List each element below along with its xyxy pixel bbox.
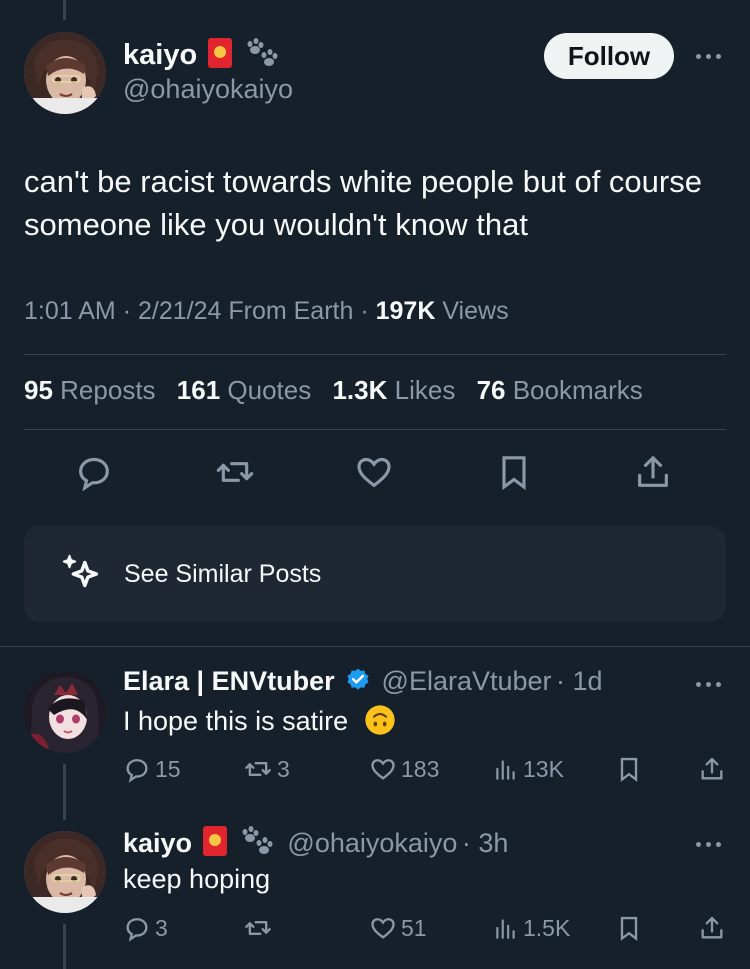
tweet-text: can't be racist towards white people but… (24, 164, 702, 242)
reply-author-handle[interactable]: @ElaraVtuber (382, 666, 552, 696)
views-button[interactable]: 13K (493, 755, 564, 783)
reply-text: keep hoping (123, 864, 271, 894)
quotes-stat[interactable]: 161 Quotes (177, 375, 311, 405)
avatar[interactable] (24, 32, 106, 114)
see-similar-posts-button[interactable]: See Similar Posts (24, 526, 726, 622)
views-label: Views (442, 297, 509, 325)
thread-line-top (63, 0, 66, 20)
divider (24, 354, 726, 355)
tweet-source: From Earth (228, 297, 354, 325)
repost-icon (245, 921, 271, 935)
reply-actions: 3 51 1.5K (123, 914, 728, 946)
divider (0, 646, 750, 647)
avatar-image (24, 671, 106, 753)
views-count: 1.5K (523, 914, 571, 941)
reply-header: kaiyo @ohaiyokaiyo · 3h (123, 826, 508, 859)
views-count: 197K (375, 297, 436, 325)
like-button[interactable]: 51 (369, 914, 427, 942)
repost-button[interactable] (214, 452, 256, 492)
reply-author-name[interactable]: kaiyo (123, 828, 192, 858)
reply-button[interactable] (74, 452, 114, 492)
sparkle-icon (62, 554, 99, 588)
reposts-stat[interactable]: 95 Reposts (24, 375, 156, 405)
share-button[interactable] (698, 755, 726, 783)
paw-prints-icon (247, 38, 278, 66)
share-button[interactable] (633, 452, 673, 492)
reply-icon (79, 457, 109, 492)
likes-stat[interactable]: 1.3K Likes (332, 375, 455, 405)
author-name[interactable]: kaiyo (123, 39, 197, 71)
like-icon (371, 759, 395, 780)
thread-line (63, 924, 66, 969)
bookmark-icon (620, 916, 638, 941)
bookmark-button[interactable] (615, 914, 643, 942)
reply-count: 15 (155, 755, 181, 782)
upside-down-face-emoji-icon (364, 705, 395, 735)
repost-count: 3 (277, 755, 290, 782)
reply-time[interactable]: · 1d (556, 666, 603, 696)
repost-button[interactable] (243, 914, 277, 942)
divider (24, 429, 726, 430)
views-count: 13K (523, 755, 564, 782)
reply-header: Elara | ENVtuber @ElaraVtuber · 1d (123, 666, 603, 697)
more-options-icon[interactable] (696, 842, 721, 847)
like-count: 183 (401, 755, 440, 782)
more-options-icon[interactable] (696, 682, 721, 687)
bookmark-button[interactable] (494, 452, 534, 492)
verified-badge-icon (347, 668, 369, 690)
tweet-date[interactable]: 2/21/24 (138, 297, 221, 325)
share-icon (638, 456, 668, 487)
reply-icon (126, 759, 148, 783)
reply-text: I hope this is satire (123, 704, 396, 737)
reply-author-handle[interactable]: @ohaiyokaiyo (287, 828, 457, 858)
views-chart-icon (496, 919, 515, 939)
views-button[interactable]: 1.5K (493, 914, 570, 942)
repost-icon (245, 762, 271, 776)
reply-button[interactable]: 15 (123, 755, 181, 783)
avatar-image (24, 831, 106, 913)
repost-button[interactable]: 3 (243, 755, 290, 783)
like-button[interactable]: 183 (369, 755, 439, 783)
avatar[interactable] (24, 671, 106, 753)
views-chart-icon (496, 760, 515, 780)
author-handle[interactable]: @ohaiyokaiyo (123, 74, 293, 105)
reply-icon (126, 918, 148, 942)
meta-separator: · (122, 297, 132, 325)
avatar[interactable] (24, 831, 106, 913)
bookmarks-stat[interactable]: 76 Bookmarks (477, 375, 643, 405)
like-icon (371, 918, 395, 939)
paw-prints-icon (242, 826, 273, 854)
engagement-stats: 95 Reposts 161 Quotes 1.3K Likes 76 Book… (24, 375, 657, 406)
reply-count: 3 (155, 914, 168, 941)
meta-separator: · (360, 297, 369, 325)
repost-icon (216, 462, 254, 482)
thread-line (63, 764, 66, 820)
red-envelope-emoji-icon (207, 38, 232, 68)
tweet-meta: 1:01 AM · 2/21/24 From Earth · 197K View… (24, 297, 509, 326)
follow-button[interactable]: Follow (544, 33, 674, 79)
author-name-row[interactable]: kaiyo (123, 38, 280, 72)
share-icon (701, 757, 723, 780)
reply-author-name[interactable]: Elara | ENVtuber (123, 666, 335, 696)
share-button[interactable] (698, 914, 726, 942)
bookmark-button[interactable] (615, 755, 643, 783)
like-icon (357, 457, 391, 488)
reply-time[interactable]: · 3h (462, 828, 509, 858)
avatar-image (24, 32, 106, 114)
tweet-time[interactable]: 1:01 AM (24, 297, 116, 325)
bookmark-icon (620, 757, 638, 782)
red-envelope-emoji-icon (202, 826, 227, 856)
tweet-detail-page: kaiyo @ohaiyokaiyo Follow can't be racis… (0, 0, 750, 969)
more-options-icon[interactable] (696, 54, 721, 59)
share-icon (701, 916, 723, 939)
reply-actions: 15 3 183 13K (123, 755, 728, 787)
see-similar-posts-label: See Similar Posts (124, 559, 322, 588)
like-button[interactable] (354, 452, 394, 492)
bookmark-icon (502, 456, 526, 491)
reply-button[interactable]: 3 (123, 914, 168, 942)
like-count: 51 (401, 914, 427, 941)
